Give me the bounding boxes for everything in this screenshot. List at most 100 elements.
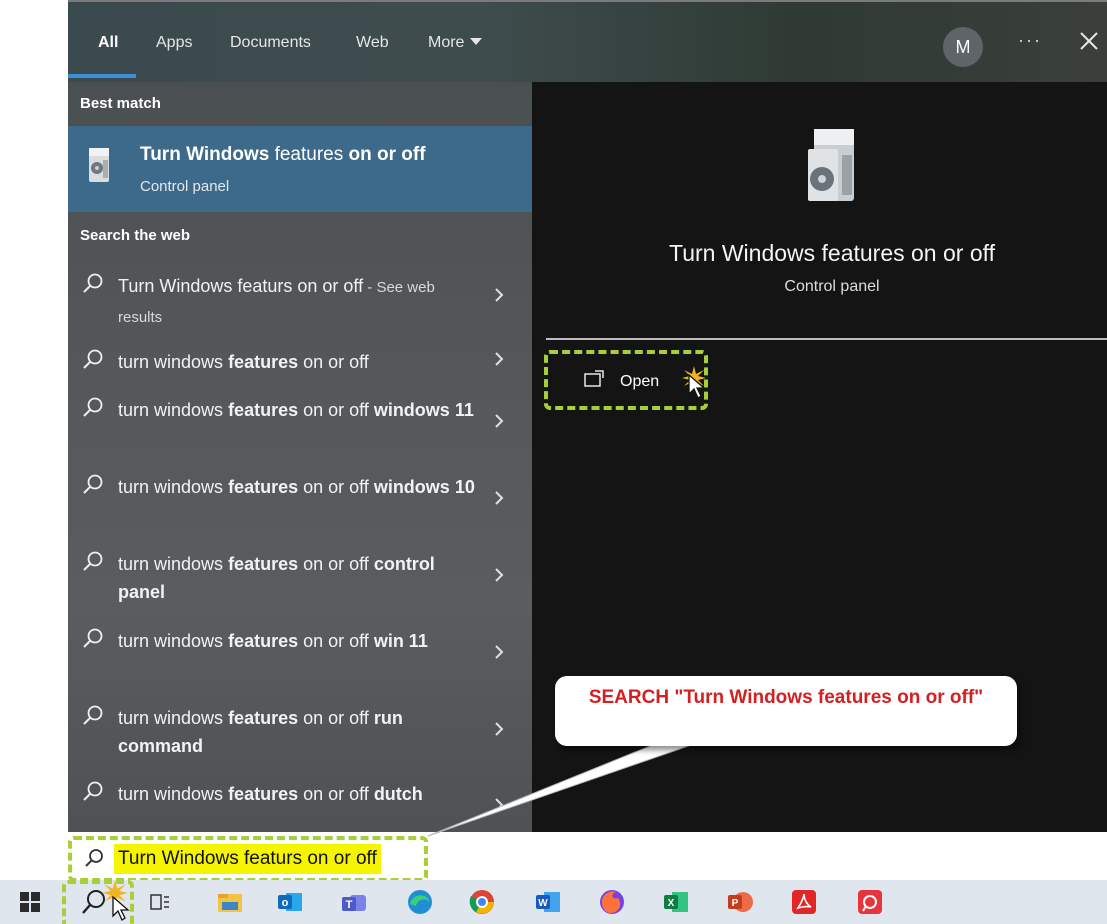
web-result-text: turn windows features on or off dutch	[118, 780, 478, 808]
chevron-right-icon	[495, 645, 504, 659]
search-icon	[83, 273, 103, 293]
open-window-icon	[584, 370, 604, 387]
open-action-highlight: Open	[544, 350, 708, 410]
tab-more-label: More	[428, 34, 465, 51]
screenpresso-button[interactable]	[852, 884, 888, 920]
windows-features-icon	[808, 129, 854, 201]
results-list: Best match Turn Windows features on or o…	[68, 82, 532, 832]
windows-features-icon	[89, 148, 109, 182]
web-result-text: turn windows features on or off control …	[118, 550, 478, 606]
screenpresso-icon	[858, 890, 882, 914]
svg-text:P: P	[732, 898, 739, 909]
web-result-bold2: dutch	[373, 784, 423, 804]
web-result-text: turn windows features on or off run comm…	[118, 704, 478, 760]
web-result-bold: features	[228, 477, 299, 497]
background-margin	[0, 0, 68, 880]
web-result-item[interactable]: turn windows features on or off win 11	[68, 625, 532, 695]
chevron-down-icon	[470, 38, 483, 45]
outlook-icon: o	[278, 893, 302, 911]
web-result-text: turn windows features on or off windows …	[118, 396, 478, 424]
chevron-right-icon	[495, 491, 504, 505]
search-icon	[83, 628, 103, 648]
chevron-right-icon	[495, 288, 504, 302]
web-result-item[interactable]: turn windows features on or off windows …	[68, 394, 532, 464]
web-result-item[interactable]: turn windows features on or off control …	[68, 548, 532, 618]
search-icon	[83, 781, 103, 801]
word-button[interactable]: W	[530, 884, 566, 920]
excel-button[interactable]: X	[658, 884, 694, 920]
chevron-right-icon	[495, 568, 504, 582]
web-result-pre: turn windows	[118, 400, 229, 420]
web-result-item[interactable]: Turn Windows featurs on or off - See web…	[68, 270, 532, 340]
tab-more[interactable]: More	[428, 34, 483, 52]
search-input[interactable]: Turn Windows featurs on or off	[114, 844, 381, 874]
best-match-title-bold1: Turn Windows	[140, 144, 270, 165]
tab-all[interactable]: All	[98, 34, 118, 52]
web-result-post: on or off	[298, 708, 374, 728]
outlook-button[interactable]: o	[272, 884, 308, 920]
search-tabs-bar: All Apps Documents Web More M ···	[68, 2, 1107, 82]
firefox-icon	[600, 890, 624, 914]
chevron-right-icon	[495, 722, 504, 736]
account-avatar[interactable]: M	[943, 27, 983, 67]
web-result-bold: features	[228, 554, 299, 574]
tab-documents[interactable]: Documents	[230, 34, 311, 52]
mouse-pointer-icon	[688, 374, 706, 399]
svg-text:T: T	[346, 899, 353, 911]
edge-button[interactable]	[402, 884, 438, 920]
search-icon	[83, 474, 103, 494]
web-result-pre: turn windows	[118, 477, 229, 497]
windows-search-window: All Apps Documents Web More M ··· Best m…	[68, 0, 1107, 882]
task-view-button[interactable]	[142, 884, 178, 920]
file-explorer-button[interactable]	[212, 884, 248, 920]
web-result-text: turn windows features on or off windows …	[118, 473, 478, 501]
tab-web[interactable]: Web	[356, 34, 389, 52]
more-options-button[interactable]: ···	[1018, 30, 1042, 51]
web-result-pre: turn windows	[118, 631, 229, 651]
web-result-bold: features	[228, 631, 299, 651]
chevron-right-icon	[495, 798, 504, 812]
start-button[interactable]	[12, 884, 48, 920]
web-result-bold: features	[228, 352, 299, 372]
web-result-item[interactable]: turn windows features on or off run comm…	[68, 702, 532, 772]
web-result-item[interactable]: turn windows features on or off dutch	[68, 778, 532, 832]
firefox-button[interactable]	[594, 884, 630, 920]
web-result-bold: features	[228, 400, 299, 420]
web-result-post: on or off	[298, 554, 374, 574]
chrome-button[interactable]	[464, 884, 500, 920]
web-result-text: turn windows features on or off win 11	[118, 627, 478, 655]
preview-divider	[546, 338, 1107, 340]
best-match-title-regular: features	[269, 144, 349, 165]
web-result-query: Turn Windows featurs on or off	[118, 276, 364, 296]
acrobat-icon	[792, 890, 816, 914]
web-result-pre: turn windows	[118, 554, 229, 574]
task-view-icon	[150, 894, 169, 910]
tab-apps[interactable]: Apps	[156, 34, 192, 52]
web-result-pre: turn windows	[118, 784, 229, 804]
chevron-right-icon	[495, 352, 504, 366]
web-result-post: on or off	[298, 631, 374, 651]
file-explorer-icon	[218, 894, 242, 912]
svg-text:X: X	[668, 898, 675, 909]
callout-annotation: SEARCH "Turn Windows features on or off"	[555, 676, 1017, 746]
close-icon[interactable]	[1074, 26, 1104, 56]
svg-text:W: W	[538, 898, 548, 909]
search-web-heading: Search the web	[80, 227, 191, 244]
web-result-post: on or off	[298, 477, 374, 497]
best-match-subtitle: Control panel	[140, 178, 230, 195]
web-result-post: on or off	[298, 784, 374, 804]
powerpoint-button[interactable]: P	[722, 884, 758, 920]
best-match-title: Turn Windows features on or off	[140, 144, 426, 166]
chrome-icon	[469, 890, 494, 914]
powerpoint-icon: P	[728, 892, 753, 912]
active-tab-indicator	[68, 74, 136, 78]
open-button[interactable]: Open	[620, 373, 659, 391]
teams-icon: T	[342, 895, 366, 911]
best-match-item[interactable]: Turn Windows features on or off Control …	[68, 126, 532, 212]
web-result-item[interactable]: turn windows features on or off windows …	[68, 471, 532, 541]
web-result-pre: turn windows	[118, 352, 229, 372]
acrobat-button[interactable]	[786, 884, 822, 920]
teams-button[interactable]: T	[336, 884, 372, 920]
screenshot: All Apps Documents Web More M ··· Best m…	[0, 0, 1107, 924]
search-icon	[83, 349, 103, 369]
